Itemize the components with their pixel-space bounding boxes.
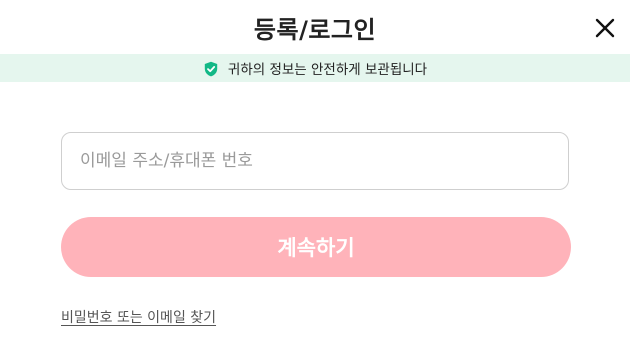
find-password-email-link[interactable]: 비밀번호 또는 이메일 찾기 bbox=[61, 307, 216, 327]
page-title: 등록/로그인 bbox=[253, 16, 377, 44]
modal-header: 등록/로그인 bbox=[0, 0, 630, 54]
close-icon bbox=[595, 18, 615, 38]
shield-check-icon bbox=[204, 61, 218, 77]
identifier-field[interactable] bbox=[61, 132, 569, 190]
security-message: 귀하의 정보는 안전하게 보관됩니다 bbox=[227, 62, 428, 78]
security-banner: 귀하의 정보는 안전하게 보관됩니다 bbox=[0, 54, 630, 82]
continue-button[interactable]: 계속하기 bbox=[61, 217, 571, 277]
email-phone-input[interactable] bbox=[78, 150, 552, 172]
close-button[interactable] bbox=[592, 15, 618, 41]
